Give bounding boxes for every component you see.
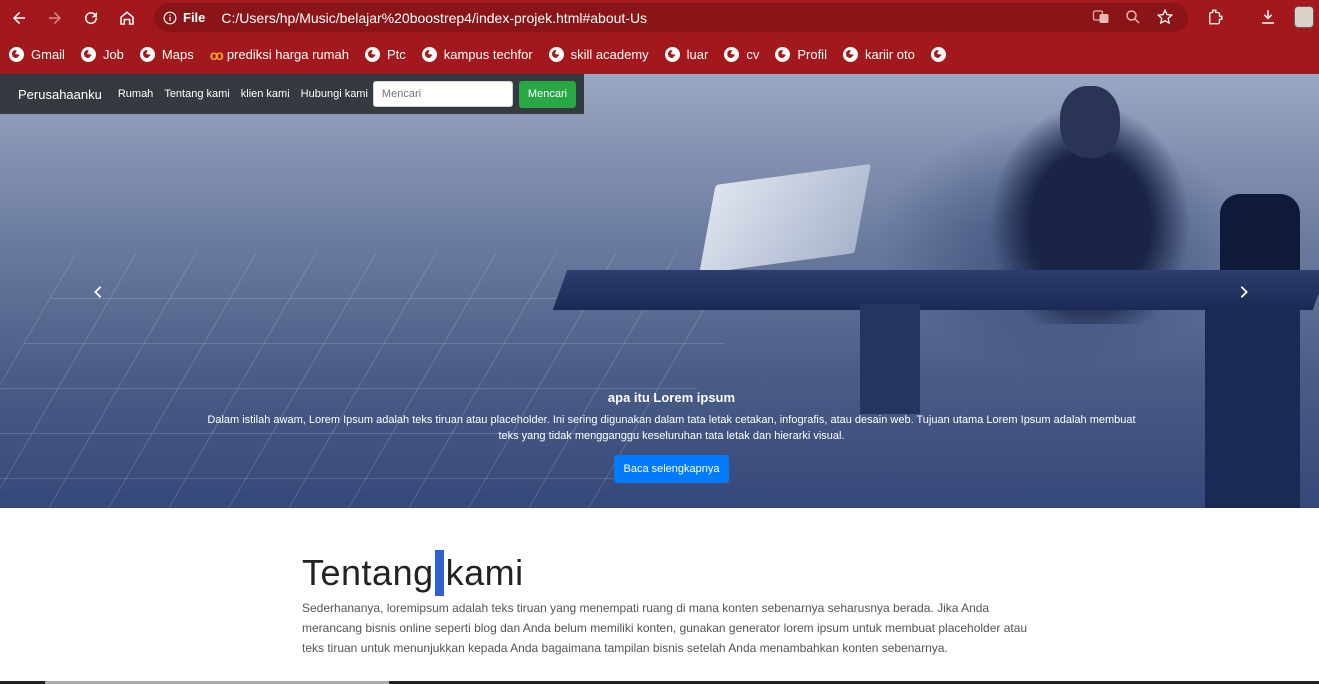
- nav-link-klien-kami[interactable]: klien kami: [241, 88, 290, 100]
- bookmark-prediksi-harga-rumah[interactable]: oo prediksi harga rumah: [210, 47, 349, 63]
- download-icon[interactable]: [1258, 7, 1278, 27]
- bookmarks-bar: Gmail Job Maps oo prediksi harga rumah Pt…: [0, 35, 1319, 74]
- profile-avatar[interactable]: [1294, 6, 1314, 28]
- bookmark-ptc[interactable]: Ptc: [364, 47, 406, 62]
- carousel-prev-icon[interactable]: [89, 283, 107, 301]
- back-icon[interactable]: [7, 6, 31, 30]
- nav-link-tentang-kami[interactable]: Tentang kami: [164, 88, 229, 100]
- text-selection-caret: [434, 550, 444, 596]
- url-text[interactable]: C:/Users/hp/Music/belajar%20boostrep4/in…: [221, 10, 647, 26]
- caption-title: apa itu Lorem ipsum: [607, 390, 736, 405]
- hero-carousel: apa itu Lorem ipsum Dalam istilah awam, …: [0, 74, 1319, 508]
- bookmark-label: Maps: [161, 47, 194, 62]
- bookmark-label: prediksi harga rumah: [226, 47, 349, 62]
- carousel-caption: apa itu Lorem ipsum Dalam istilah awam, …: [200, 390, 1143, 483]
- browser-toolbar: File C:/Users/hp/Music/belajar%20boostre…: [0, 0, 1319, 35]
- navbar-brand[interactable]: Perusahaanku: [18, 87, 102, 102]
- nav-link-hubungi-kami[interactable]: Hubungi kami: [301, 88, 368, 100]
- caption-text: Dalam istilah awam, Lorem Ipsum adalah t…: [207, 414, 1136, 442]
- about-title-part1: Tentang: [302, 552, 434, 593]
- globe-icon: [364, 47, 380, 62]
- bookmark-cv[interactable]: cv: [724, 47, 759, 62]
- bookmark-label: kariir oto: [864, 47, 915, 62]
- globe-icon: [930, 47, 946, 62]
- reload-icon[interactable]: [79, 6, 103, 30]
- forward-icon[interactable]: [43, 6, 67, 30]
- globe-icon: [139, 47, 155, 62]
- about-title-part2: kami: [445, 552, 524, 593]
- bookmark-skill-academy[interactable]: skill academy: [548, 47, 649, 62]
- home-icon[interactable]: [115, 6, 139, 30]
- bookmark-label: luar: [686, 47, 709, 62]
- infinity-icon: oo: [209, 46, 224, 63]
- bookmark-label: Ptc: [386, 47, 406, 62]
- bookmark-maps[interactable]: Maps: [139, 47, 194, 62]
- bookmark-job[interactable]: Job: [80, 47, 124, 62]
- globe-icon: [80, 47, 96, 62]
- hero-laptop-image: [699, 163, 871, 275]
- search-input[interactable]: [372, 81, 513, 107]
- address-bar[interactable]: File C:/Users/hp/Music/belajar%20boostre…: [154, 3, 1188, 32]
- bookmark-label: Profil: [797, 47, 827, 62]
- site-info-chip[interactable]: File: [163, 10, 205, 25]
- bookmark-label: Gmail: [31, 47, 65, 62]
- read-more-button[interactable]: Baca selengkapnya: [614, 455, 729, 483]
- bookmark-luar[interactable]: luar: [664, 47, 709, 62]
- bookmark-gmail[interactable]: Gmail: [9, 47, 65, 62]
- hero-desk-leg: [1205, 304, 1300, 508]
- about-section: Tentang kami Sederhananya, loremipsum ad…: [302, 550, 1062, 658]
- translate-icon[interactable]: [1091, 7, 1111, 27]
- globe-icon: [421, 47, 437, 62]
- carousel-next-icon[interactable]: [1235, 283, 1253, 301]
- bookmark-profil[interactable]: Profil: [775, 47, 827, 62]
- globe-icon: [9, 47, 24, 62]
- bookmark-untitled[interactable]: [930, 47, 953, 62]
- info-icon: [163, 11, 177, 24]
- bookmark-kampus-techfor[interactable]: kampus techfor: [421, 47, 533, 62]
- zoom-icon[interactable]: [1123, 7, 1143, 27]
- about-text: Sederhananya, loremipsum adalah teks tir…: [302, 601, 1028, 655]
- about-title: Tentang kami: [302, 550, 1062, 596]
- bookmark-label: skill academy: [570, 47, 649, 62]
- globe-icon: [664, 47, 680, 62]
- search-button[interactable]: Mencari: [518, 80, 577, 108]
- globe-icon: [548, 47, 564, 62]
- bookmark-star-icon[interactable]: [1155, 7, 1175, 27]
- globe-icon: [842, 47, 858, 62]
- extensions-icon[interactable]: [1205, 7, 1225, 27]
- bookmark-label: cv: [746, 47, 760, 62]
- site-navbar: Perusahaanku Rumah Tentang kami klien ka…: [0, 74, 584, 114]
- globe-icon: [724, 47, 740, 62]
- bookmark-label: kampus techfor: [443, 47, 533, 62]
- globe-icon: [775, 47, 791, 62]
- nav-link-rumah[interactable]: Rumah: [118, 88, 153, 100]
- bookmark-label: Job: [102, 47, 124, 62]
- file-label: File: [183, 10, 206, 25]
- hero-person-head: [1060, 86, 1120, 158]
- bookmark-kariir-oto[interactable]: kariir oto: [842, 47, 915, 62]
